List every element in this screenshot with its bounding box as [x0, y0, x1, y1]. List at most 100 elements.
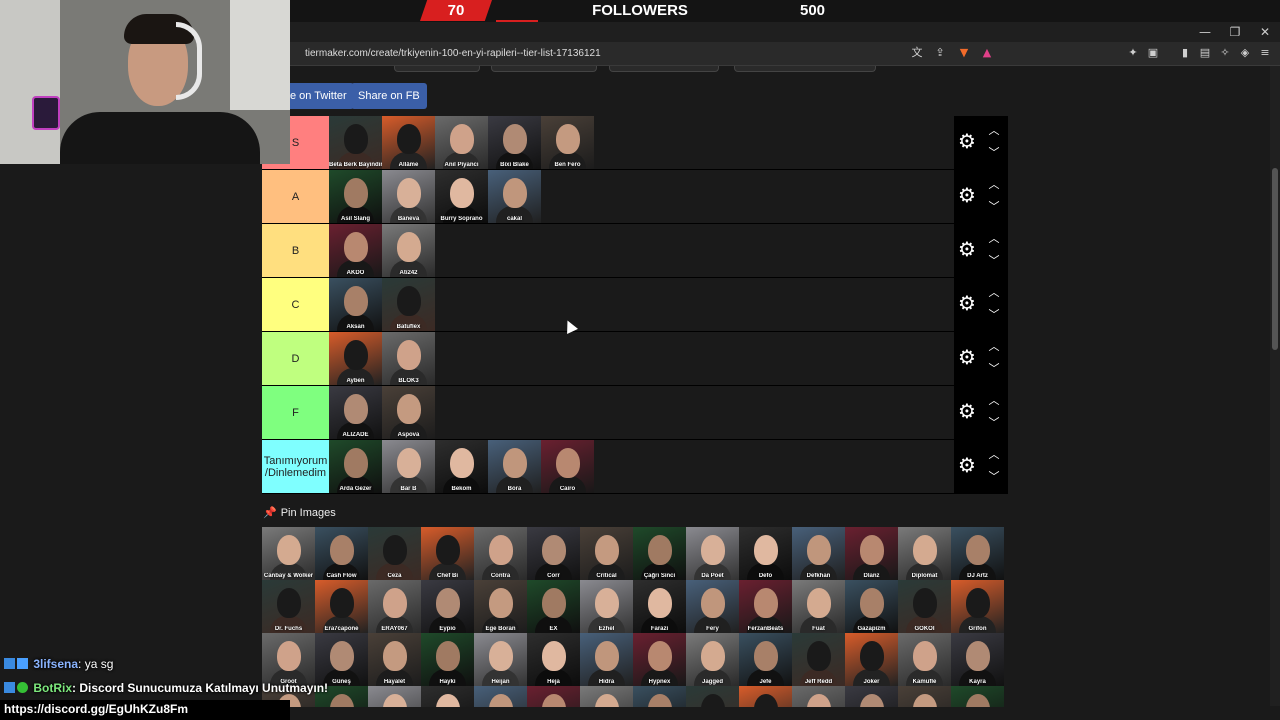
page-scrollbar[interactable]	[1270, 66, 1280, 706]
pool-item-card[interactable]: EX	[527, 580, 580, 633]
pool-item-card[interactable]	[845, 686, 898, 707]
scrollbar-thumb[interactable]	[1272, 168, 1278, 350]
pool-item-card[interactable]	[686, 686, 739, 707]
pool-item-card[interactable]: Groot	[262, 633, 315, 686]
pool-item-card[interactable]: Cash Flow	[315, 527, 368, 580]
pool-item-card[interactable]	[474, 686, 527, 707]
pool-item-card[interactable]: Canbay & Wolker	[262, 527, 315, 580]
pool-item-card[interactable]	[368, 686, 421, 707]
pool-item-card[interactable]: Güneş	[315, 633, 368, 686]
pool-item-card[interactable]: Jeff Redd	[792, 633, 845, 686]
tier-item-card[interactable]: Ati242	[382, 224, 435, 277]
gear-icon[interactable]: ⚙	[956, 130, 978, 152]
tier-item-card[interactable]: Bar B	[382, 440, 435, 493]
pin-images-toggle[interactable]: 📌 Pin Images	[263, 506, 336, 520]
chevron-down-icon[interactable]: ﹀	[986, 416, 1002, 430]
pool-item-card[interactable]: Grifon	[951, 580, 1004, 633]
pool-item-card[interactable]: Contra	[474, 527, 527, 580]
pool-item-card[interactable]: Gazapizm	[845, 580, 898, 633]
brave-shield-icon[interactable]: ▼	[957, 46, 971, 60]
pool-item-card[interactable]: Farazi	[633, 580, 686, 633]
pool-item-card[interactable]: Critical	[580, 527, 633, 580]
pool-item-card[interactable]: GOKOI	[898, 580, 951, 633]
wallet-icon[interactable]: ▤	[1198, 46, 1212, 60]
pool-item-card[interactable]	[898, 686, 951, 707]
tier-item-card[interactable]: Beta Berk Bayındır	[329, 116, 382, 169]
pool-item-card[interactable]: Heijan	[474, 633, 527, 686]
tier-item-card[interactable]: Burry Soprano	[435, 170, 488, 223]
chevron-down-icon[interactable]: ﹀	[986, 200, 1002, 214]
pool-item-card[interactable]: Dr. Fuchs	[262, 580, 315, 633]
leo-icon[interactable]: ✧	[1218, 46, 1232, 60]
chevron-down-icon[interactable]: ﹀	[986, 146, 1002, 160]
tier-label[interactable]: Tanımıyorum /Dinlemedim	[262, 440, 329, 493]
tier-item-card[interactable]: Ayben	[329, 332, 382, 385]
tier-item-card[interactable]: cakal	[488, 170, 541, 223]
tier-item-card[interactable]: BLOK3	[382, 332, 435, 385]
tier-item-card[interactable]: AKDO	[329, 224, 382, 277]
tier-item-card[interactable]: Arda Gezer	[329, 440, 382, 493]
tier-item-card[interactable]: Batuflex	[382, 278, 435, 331]
minimize-icon[interactable]: —	[1190, 22, 1220, 42]
tier-item-card[interactable]: Allâme	[382, 116, 435, 169]
gear-icon[interactable]: ⚙	[956, 238, 978, 260]
tier-item-card[interactable]: Aspova	[382, 386, 435, 439]
chevron-down-icon[interactable]: ﹀	[986, 470, 1002, 484]
pool-item-card[interactable]: Fuat	[792, 580, 845, 633]
vpn-icon[interactable]: ◈	[1238, 46, 1252, 60]
pool-item-card[interactable]: Joker	[845, 633, 898, 686]
share-facebook-button[interactable]: Share on FB	[351, 83, 427, 109]
pool-item-card[interactable]: ERAY067	[368, 580, 421, 633]
pool-item-card[interactable]	[421, 686, 474, 707]
tier-label[interactable]: A	[262, 170, 329, 223]
pool-item-card[interactable]: Jefe	[739, 633, 792, 686]
pool-item-card[interactable]	[951, 686, 1004, 707]
chevron-down-icon[interactable]: ﹀	[986, 254, 1002, 268]
gear-icon[interactable]: ⚙	[956, 400, 978, 422]
pool-item-card[interactable]: Ezhel	[580, 580, 633, 633]
menu-icon[interactable]: ≡	[1258, 46, 1272, 60]
pool-item-card[interactable]	[580, 686, 633, 707]
tier-item-card[interactable]: Bixi Blake	[488, 116, 541, 169]
restore-icon[interactable]: ❐	[1220, 22, 1250, 42]
pool-item-card[interactable]: Defo	[739, 527, 792, 580]
pool-item-card[interactable]: Eypio	[421, 580, 474, 633]
pool-item-card[interactable]: Fery	[686, 580, 739, 633]
tier-label[interactable]: D	[262, 332, 329, 385]
tier-item-card[interactable]: Ben Fero	[541, 116, 594, 169]
pool-item-card[interactable]: Chef Bi	[421, 527, 474, 580]
chevron-up-icon[interactable]: ︿	[986, 394, 1002, 408]
close-icon[interactable]: ✕	[1250, 22, 1280, 42]
gear-icon[interactable]: ⚙	[956, 184, 978, 206]
screenshot-icon[interactable]: ▣	[1146, 46, 1160, 60]
pool-item-card[interactable]	[527, 686, 580, 707]
tier-label[interactable]: F	[262, 386, 329, 439]
pool-item-card[interactable]: Hidra	[580, 633, 633, 686]
gear-icon[interactable]: ⚙	[956, 454, 978, 476]
pool-item-card[interactable]	[739, 686, 792, 707]
pool-item-card[interactable]: Defkhan	[792, 527, 845, 580]
pool-item-card[interactable]: Çağrı Sinci	[633, 527, 686, 580]
pool-item-card[interactable]: DJ Artz	[951, 527, 1004, 580]
chevron-up-icon[interactable]: ︿	[986, 340, 1002, 354]
translate-icon[interactable]: 文	[910, 46, 924, 60]
chevron-up-icon[interactable]: ︿	[986, 448, 1002, 462]
pool-item-card[interactable]: Heja	[527, 633, 580, 686]
tier-item-card[interactable]: Bora	[488, 440, 541, 493]
pool-item-card[interactable]	[633, 686, 686, 707]
tier-item-card[interactable]: Cairo	[541, 440, 594, 493]
tier-item-card[interactable]: Aksan	[329, 278, 382, 331]
pool-item-card[interactable]: Diplomat	[898, 527, 951, 580]
pool-item-card[interactable]: FerzanBeats	[739, 580, 792, 633]
tier-item-card[interactable]: Bekom	[435, 440, 488, 493]
pool-item-card[interactable]: Hayalet	[368, 633, 421, 686]
pool-item-card[interactable]: Kayra	[951, 633, 1004, 686]
tier-label[interactable]: B	[262, 224, 329, 277]
tier-label[interactable]: C	[262, 278, 329, 331]
share-twitter-button[interactable]: e on Twitter	[283, 83, 354, 109]
pool-item-card[interactable]: Era7capone	[315, 580, 368, 633]
sidebar-icon[interactable]: ▮	[1178, 46, 1192, 60]
url-text[interactable]: tiermaker.com/create/trkiyenin-100-en-yi…	[305, 47, 601, 61]
pool-item-card[interactable]: Ege Boran	[474, 580, 527, 633]
gear-icon[interactable]: ⚙	[956, 346, 978, 368]
